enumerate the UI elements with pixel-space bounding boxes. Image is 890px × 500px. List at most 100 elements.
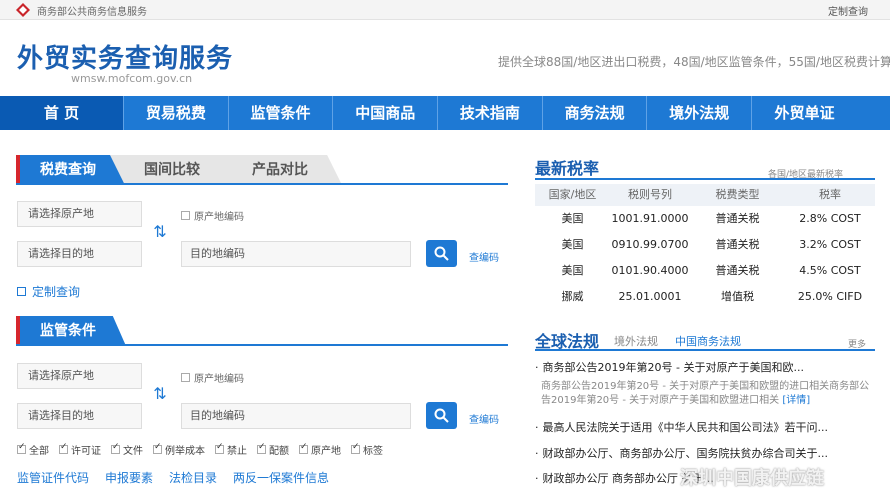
cell-type: 增值税 [721,290,754,303]
checkbox-icon[interactable] [181,373,190,382]
watermark: 深圳中国康供应链 [680,468,824,489]
nav-home[interactable]: 首 页 [0,96,124,130]
checkbox-icon[interactable] [17,442,26,454]
cell-code: 25.01.0001 [618,290,682,303]
checkbox-icon[interactable] [111,442,120,454]
destination-select[interactable]: 请选择目的地 [17,241,142,267]
detail-link[interactable]: [详情] [782,395,810,406]
nav-china-goods[interactable]: 中国商品 [333,96,439,130]
checkbox-icon[interactable] [299,442,308,454]
origin-code-checkbox[interactable]: 原产地编码 [181,208,244,223]
nav-trade-docs[interactable]: 外贸单证 [752,96,857,130]
table-row[interactable]: 挪威 25.01.0001 增值税 25.0% CIFD [535,284,875,310]
custom-query-link[interactable]: 定制查询 [17,283,80,300]
nav-tech-guide[interactable]: 技术指南 [438,96,543,130]
tab-product-compare[interactable]: 产品对比 [218,155,342,185]
filter-label: 许可证 [71,446,101,457]
header-tax-type: 税费类型 [715,188,760,201]
checkbox-icon[interactable] [351,442,360,454]
tax-query-tabs: 税费查询 国间比较 产品对比 [16,155,342,185]
checkbox-icon[interactable] [153,442,162,454]
custom-query-label: 定制查询 [32,285,81,299]
cell-country: 挪威 [561,290,584,303]
nav-commerce-law[interactable]: 商务法规 [543,96,648,130]
list-item[interactable]: 财政部办公厅、商务部办公厅、国务院扶贫办综合司关于... [535,445,875,461]
link-cases[interactable]: 两反一保案件信息 [233,469,329,486]
sup-destination-select[interactable]: 请选择目的地 [17,403,142,429]
filter-document[interactable]: 文件 [111,442,143,457]
cell-rate: 4.5% COST [799,264,861,277]
sup-search-button[interactable] [426,402,457,429]
sup-origin-code-label: 原产地编码 [194,374,244,385]
document-icon [17,287,26,296]
filter-label: 例举成本 [165,446,205,457]
filter-all[interactable]: 全部 [17,442,49,457]
sup-origin-select[interactable]: 请选择原产地 [17,363,142,389]
filter-label: 配额 [269,446,289,457]
list-item[interactable]: 最高人民法院关于适用《中华人民共和国公司法》若干问... [535,419,875,435]
header-rate: 税率 [819,188,841,201]
link-declaration[interactable]: 申报要素 [105,469,153,486]
destination-code-input[interactable]: 目的地编码 [181,241,411,267]
sup-code-lookup-link[interactable]: 查编码 [469,411,499,426]
cell-type: 普通关税 [715,264,760,277]
cell-type: 普通关税 [715,212,760,225]
cell-code: 0910.99.0700 [611,238,689,251]
tax-search-button[interactable] [426,240,457,267]
law-underline [535,349,875,351]
search-icon [434,408,449,423]
cell-rate: 25.0% CIFD [797,290,863,303]
link-inspection[interactable]: 法检目录 [169,469,217,486]
tab-supervision[interactable]: 监管条件 [16,316,126,346]
sup-swap-icon[interactable]: ⇅ [151,384,169,406]
site-title: 外贸实务查询服务 [17,44,234,74]
rates-underline [535,178,875,180]
supervision-links: 监管证件代码 申报要素 法检目录 两反一保案件信息 [17,469,329,486]
nav-trade-tax[interactable]: 贸易税费 [124,96,229,130]
nav-foreign-law[interactable]: 境外法规 [647,96,753,130]
filter-license[interactable]: 许可证 [59,442,101,457]
filter-prohibit[interactable]: 禁止 [215,442,247,457]
table-row[interactable]: 美国 0910.99.0700 普通关税 3.2% COST [535,232,875,258]
sup-origin-code-checkbox[interactable]: 原产地编码 [181,370,244,385]
snippet-text: 商务部公告2019年第20号 - 关于对原产于美国和欧盟的进口相关商务部公告20… [541,381,870,406]
cell-country: 美国 [561,238,584,251]
cell-rate: 2.8% COST [799,212,861,225]
checkbox-icon[interactable] [181,211,190,220]
mofcom-logo-icon [16,3,30,17]
checkbox-icon[interactable] [215,442,224,454]
cell-country: 美国 [561,212,584,225]
tab-underline [16,183,508,185]
header-tariff-code: 税则号列 [628,188,672,201]
code-lookup-link[interactable]: 查编码 [469,249,499,264]
tab-china-law[interactable]: 中国商务法规 [675,333,741,349]
nav-supervision[interactable]: 监管条件 [229,96,334,130]
top-bar: 商务部公共商务信息服务 定制查询 [0,0,890,20]
site-domain: wmsw.mofcom.gov.cn [71,72,193,85]
news-snippet: 商务部公告2019年第20号 - 关于对原产于美国和欧盟的进口相关商务部公告20… [541,380,875,408]
table-row[interactable]: 美国 1001.91.0000 普通关税 2.8% COST [535,206,875,232]
tab-tax-query[interactable]: 税费查询 [16,155,126,185]
filter-origin[interactable]: 原产地 [299,442,341,457]
tab-foreign-law[interactable]: 境外法规 [614,333,658,349]
filter-label: 禁止 [227,446,247,457]
filter-cost[interactable]: 例举成本 [153,442,205,457]
filter-label-tag[interactable]: 标签 [351,442,383,457]
site-description: 提供全球88国/地区进出口税费，48国/地区监管条件，55国/地区税费计算 [498,55,890,69]
supervision-filters: 全部 许可证 文件 例举成本 禁止 配额 原产地 标签 [17,442,383,457]
filter-label: 文件 [123,446,143,457]
filter-label: 标签 [363,446,383,457]
cell-country: 美国 [561,264,584,277]
swap-icon[interactable]: ⇅ [151,222,169,244]
sup-destination-code-input[interactable]: 目的地编码 [181,403,411,429]
tab-country-compare[interactable]: 国间比较 [110,155,234,185]
filter-quota[interactable]: 配额 [257,442,289,457]
table-row[interactable]: 美国 0101.90.4000 普通关税 4.5% COST [535,258,875,284]
filter-label: 原产地 [311,446,341,457]
checkbox-icon[interactable] [59,442,68,454]
link-cert-codes[interactable]: 监管证件代码 [17,469,89,486]
list-item[interactable]: 商务部公告2019年第20号 - 关于对原产于美国和欧... [535,359,875,375]
custom-query-top-link[interactable]: 定制查询 [828,3,868,18]
checkbox-icon[interactable] [257,442,266,454]
origin-select[interactable]: 请选择原产地 [17,201,142,227]
